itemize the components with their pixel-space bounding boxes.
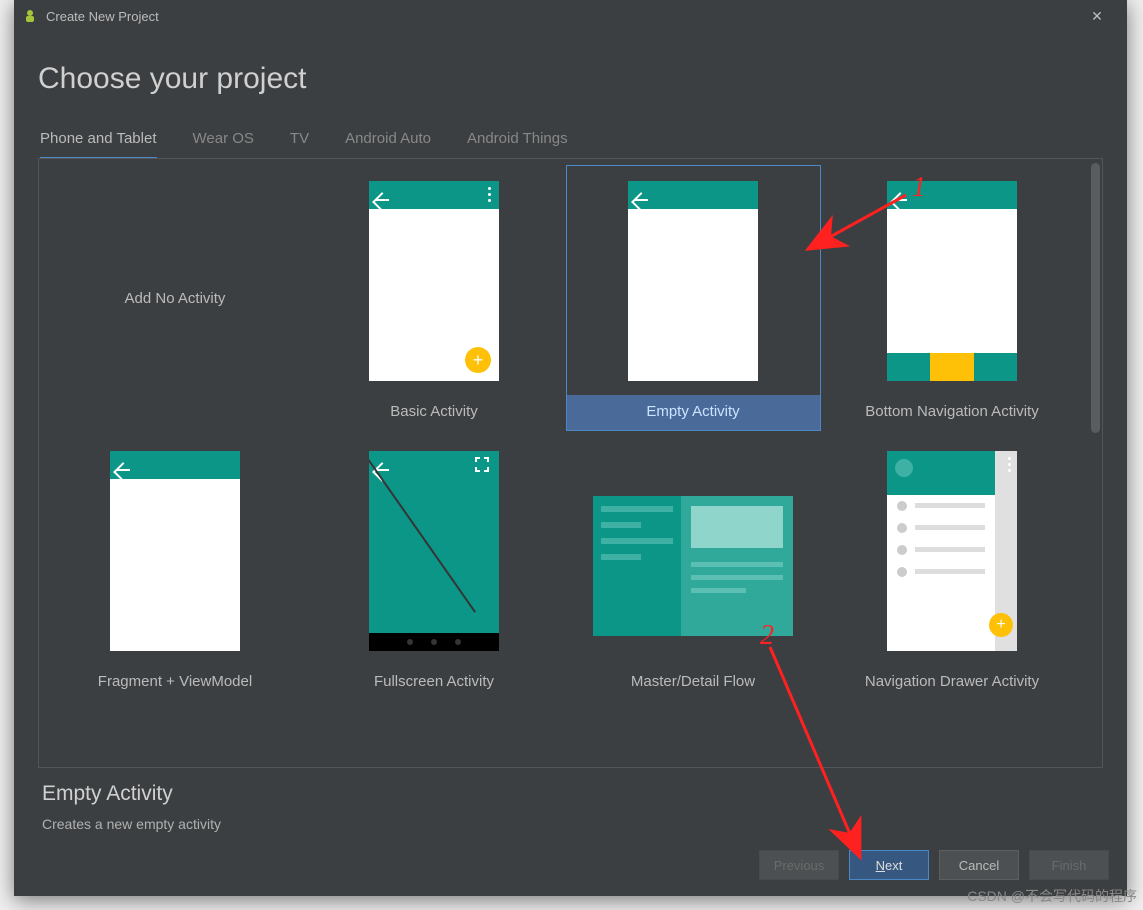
tab-android-things[interactable]: Android Things: [467, 126, 568, 159]
watermark: CSDN @不会写代码的程序: [967, 886, 1137, 906]
wizard-button-bar: Previous Next Cancel Finish: [14, 832, 1127, 896]
template-label: Fullscreen Activity: [308, 665, 561, 700]
selection-info: Empty Activity Creates a new empty activ…: [38, 768, 1103, 832]
project-wizard-window: Create New Project ✕ Choose your project…: [14, 0, 1127, 896]
overflow-icon: [1008, 457, 1011, 472]
page-heading: Choose your project: [38, 62, 1103, 96]
next-button[interactable]: Next: [849, 850, 929, 880]
wizard-content: Choose your project Phone and Tablet Wea…: [14, 32, 1127, 832]
template-fragment-viewmodel[interactable]: Fragment + ViewModel: [48, 435, 303, 701]
template-label: Master/Detail Flow: [567, 665, 820, 700]
template-label: Navigation Drawer Activity: [826, 665, 1079, 700]
template-empty-activity[interactable]: Empty Activity: [566, 165, 821, 431]
template-add-no-activity[interactable]: Add No Activity: [48, 165, 303, 431]
template-label: Basic Activity: [308, 395, 561, 430]
fab-icon: +: [465, 347, 491, 373]
previous-button[interactable]: Previous: [759, 850, 839, 880]
template-thumb: [49, 436, 302, 665]
tab-android-auto[interactable]: Android Auto: [345, 126, 431, 159]
fab-icon: +: [989, 613, 1013, 637]
template-label: Bottom Navigation Activity: [826, 395, 1079, 430]
tab-tv[interactable]: TV: [290, 126, 309, 159]
template-label: Add No Activity: [49, 290, 302, 307]
template-thumb: [308, 436, 561, 665]
template-thumb: [567, 436, 820, 665]
template-navigation-drawer[interactable]: + Navigation Drawer Activity: [825, 435, 1080, 701]
tab-wear-os[interactable]: Wear OS: [193, 126, 254, 159]
template-thumb: [826, 166, 1079, 395]
template-label: Empty Activity: [567, 395, 820, 430]
template-basic-activity[interactable]: + Basic Activity: [307, 165, 562, 431]
selected-template-description: Creates a new empty activity: [42, 816, 1099, 832]
window-title: Create New Project: [46, 9, 1075, 24]
template-thumb: +: [826, 436, 1079, 665]
selected-template-name: Empty Activity: [42, 782, 1099, 806]
titlebar[interactable]: Create New Project ✕: [14, 0, 1127, 32]
close-icon[interactable]: ✕: [1075, 8, 1119, 25]
template-label: Fragment + ViewModel: [49, 665, 302, 700]
template-thumb: +: [308, 166, 561, 395]
tab-phone-tablet[interactable]: Phone and Tablet: [40, 126, 157, 159]
template-fullscreen-activity[interactable]: Fullscreen Activity: [307, 435, 562, 701]
template-gallery: Add No Activity + Basic Activity: [38, 158, 1103, 768]
overflow-icon: [488, 187, 491, 202]
template-bottom-navigation[interactable]: Bottom Navigation Activity: [825, 165, 1080, 431]
device-tabs: Phone and Tablet Wear OS TV Android Auto…: [38, 126, 1103, 159]
android-studio-logo-icon: [22, 8, 38, 24]
template-thumb: [567, 166, 820, 395]
fullscreen-icon: [475, 457, 491, 473]
finish-button[interactable]: Finish: [1029, 850, 1109, 880]
template-master-detail[interactable]: Master/Detail Flow: [566, 435, 821, 701]
gallery-scrollbar[interactable]: [1091, 163, 1100, 433]
cancel-button[interactable]: Cancel: [939, 850, 1019, 880]
